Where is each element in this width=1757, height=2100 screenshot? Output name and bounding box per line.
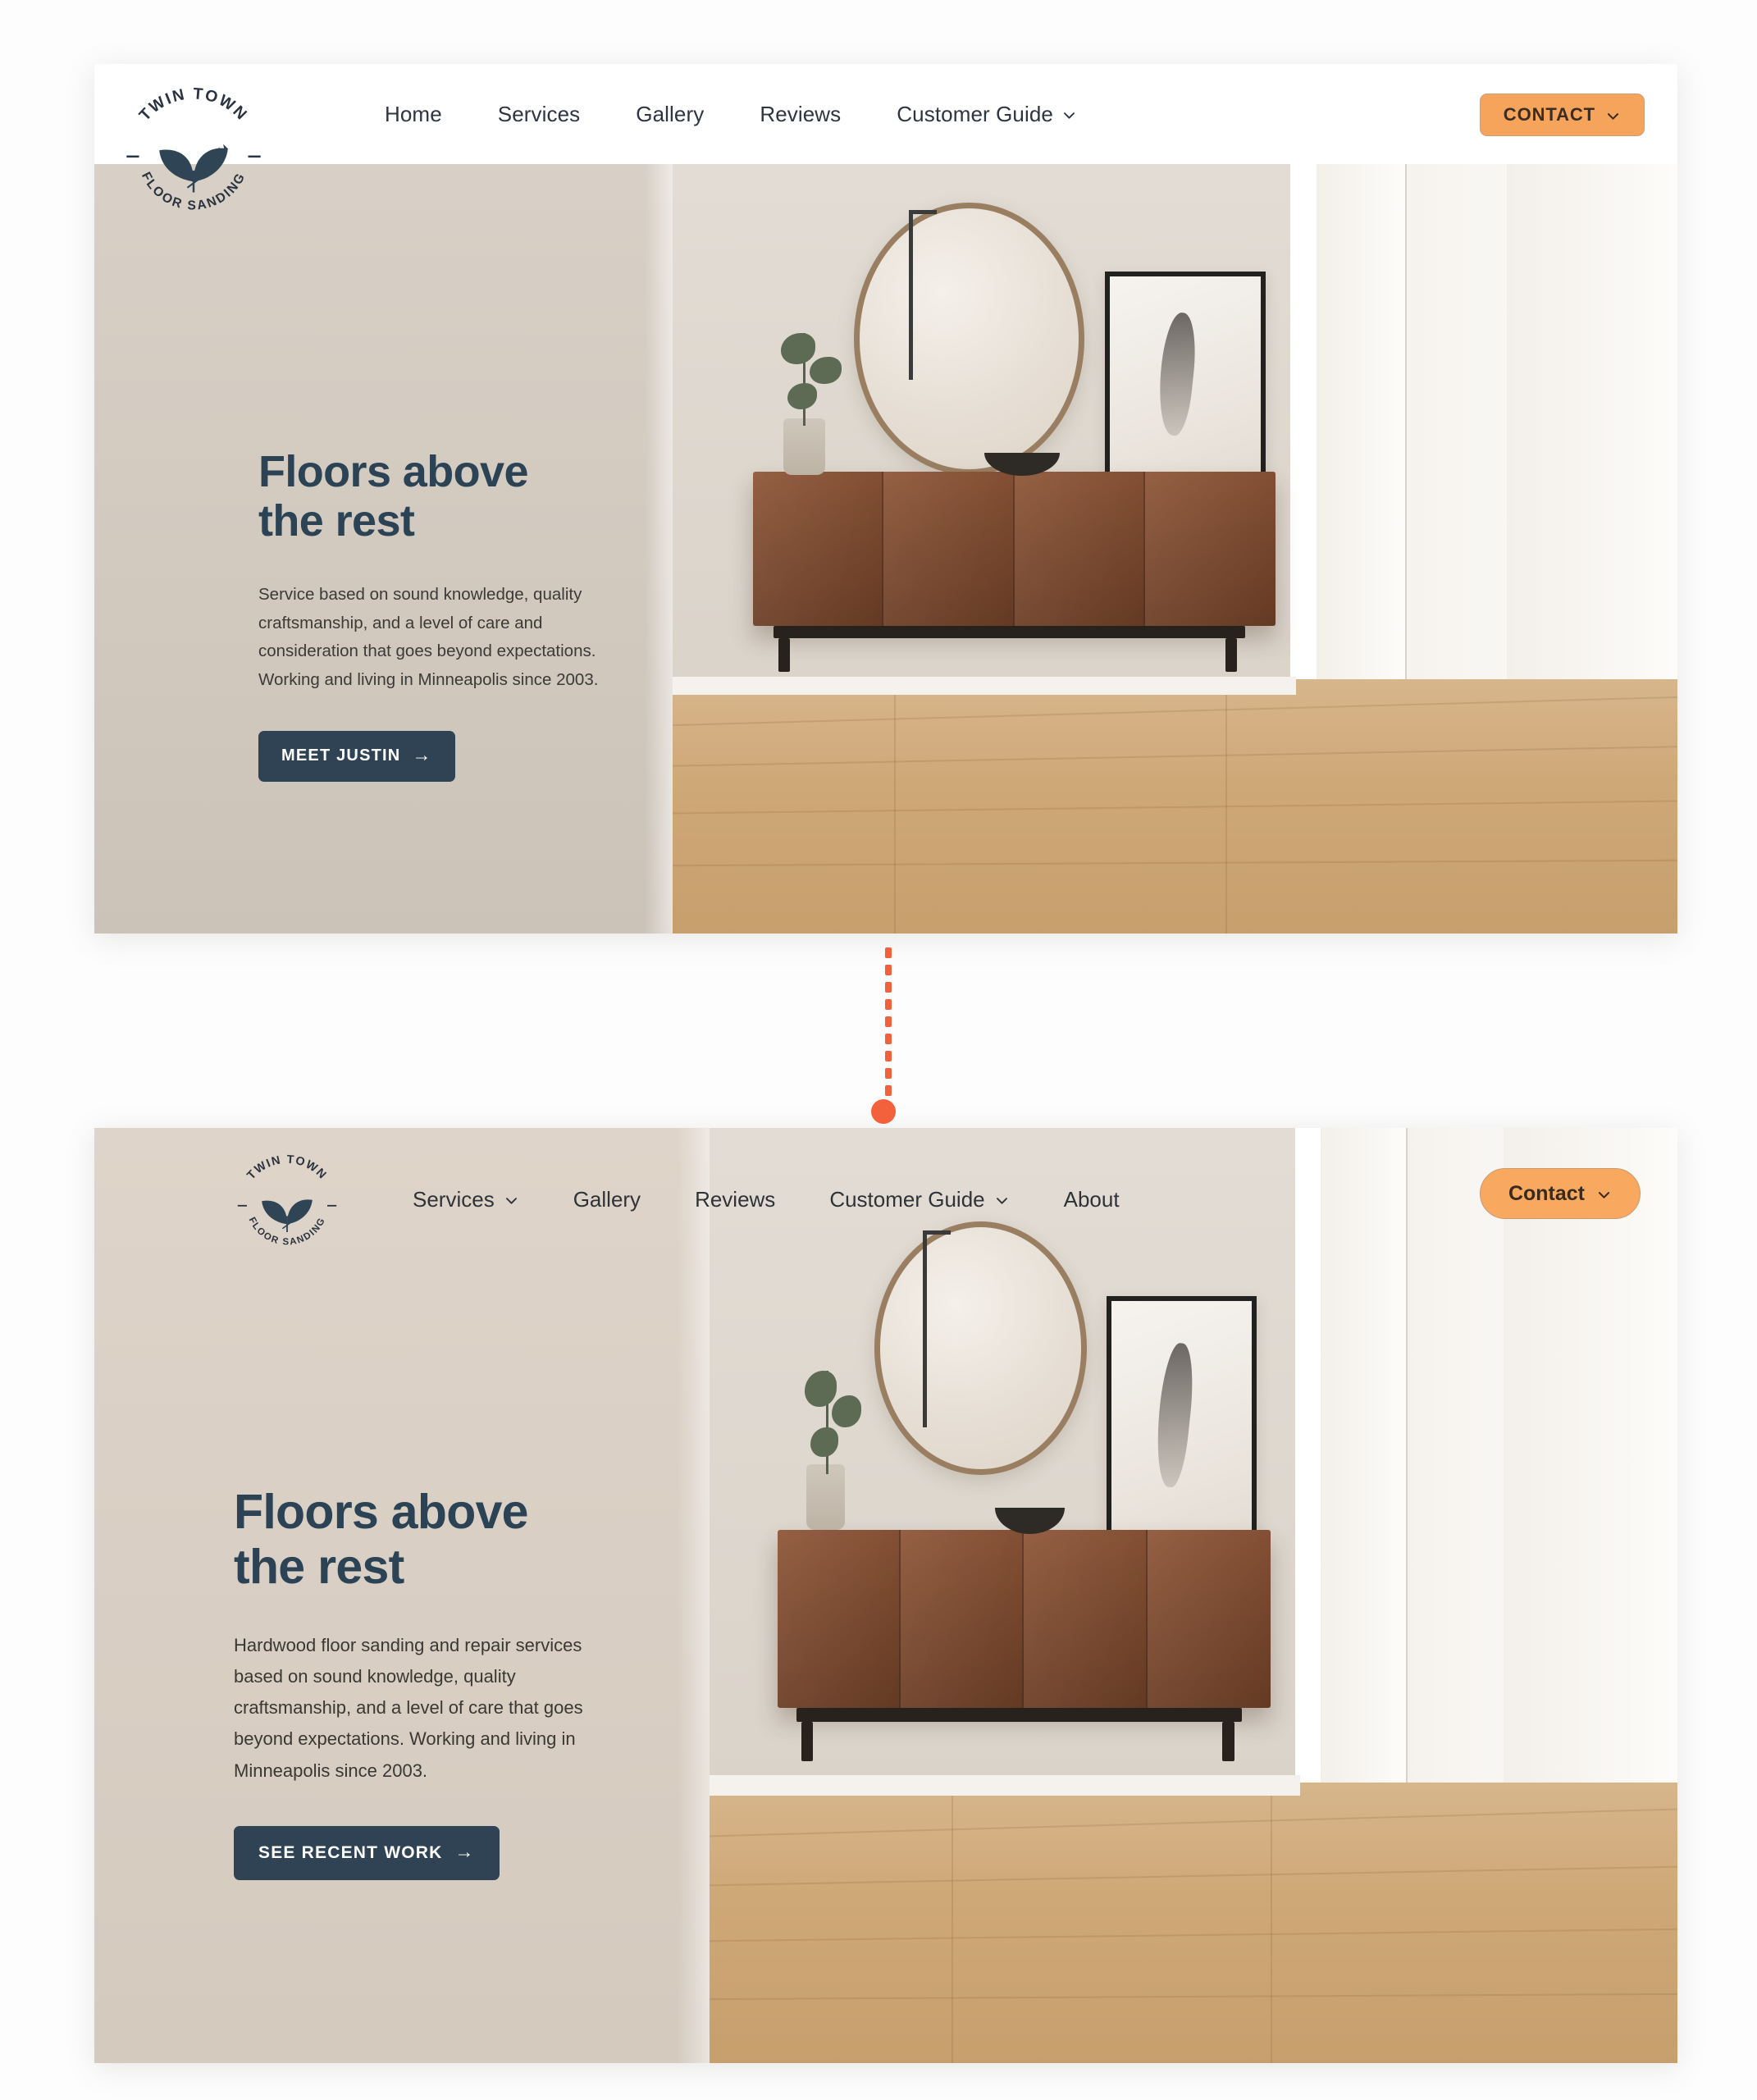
nav-item-gallery[interactable]: Gallery [546,1187,668,1212]
scene-vase [783,418,826,475]
nav-label: Home [385,101,442,126]
top-navigation-bar: Home Services Gallery Reviews Customer G… [94,64,1677,164]
nav-item-customer-guide[interactable]: Customer Guide [802,1187,1036,1212]
meet-justin-button[interactable]: MEET JUSTIN → [258,730,455,782]
nav-label: Reviews [760,101,842,126]
scene-frame-artwork [1154,311,1201,437]
chevron-down-icon [1605,108,1621,124]
nav-item-reviews[interactable]: Reviews [732,102,869,127]
nav-label: Reviews [695,1187,776,1212]
nav-item-reviews[interactable]: Reviews [668,1187,802,1212]
nav-item-about[interactable]: About [1037,1187,1147,1212]
design-version-new: Services Gallery Reviews Customer Guide [94,1128,1677,2063]
hero-title-line-1: Floors above [258,447,528,496]
hero-copy-bottom: Floors above the rest Hardwood floor san… [234,1485,628,1880]
nav-label: Services [413,1187,495,1212]
nav-label: Services [497,101,581,126]
scene-credenza [777,1530,1271,1708]
nav-label: Gallery [636,101,705,126]
scene-door-jamb [1290,164,1317,742]
meet-justin-label: MEET JUSTIN [281,746,401,765]
interior-scene-illustration [673,164,1677,934]
scene-round-mirror [853,202,1085,476]
hero-title-line-2: the rest [258,496,415,546]
hero-title-top: Floors above the rest [258,447,644,546]
contact-button-label: CONTACT [1503,104,1595,125]
arrow-right-icon: → [454,1841,475,1863]
chevron-down-icon [1061,107,1077,123]
primary-nav-top: Home Services Gallery Reviews Customer G… [357,102,1105,127]
nav-item-services[interactable]: Services [470,102,609,127]
scene-mirror-rod [908,210,937,380]
scene-credenza-leg-left [778,637,791,673]
scene-credenza-leg-right [1222,1721,1234,1761]
scene-credenza-base [796,1707,1242,1722]
primary-nav-bottom: Services Gallery Reviews Customer Guide [386,1187,1147,1212]
contact-button-label: Contact [1508,1181,1585,1205]
connector-end-dot [871,1099,896,1124]
scene-credenza-leg-left [801,1721,814,1761]
page-root: Floors above the rest Service based on s… [0,0,1757,2100]
nav-item-services[interactable]: Services [386,1187,546,1212]
scene-credenza-leg-right [1225,637,1238,673]
scene-hardwood-floor [673,679,1677,934]
hero-section-top: Floors above the rest Service based on s… [94,164,1677,934]
design-version-current: Floors above the rest Service based on s… [94,64,1677,934]
scene-baseboard [710,1774,1300,1796]
scene-baseboard [673,676,1296,696]
scene-credenza [753,472,1276,626]
nav-item-home[interactable]: Home [357,102,470,127]
brand-logo-bottom[interactable]: TWIN TOWN FLOOR SANDING [230,1146,345,1261]
nav-label: Gallery [573,1187,641,1212]
chevron-down-icon [504,1193,519,1208]
chevron-down-icon [1596,1187,1612,1203]
hero-paragraph-top: Service based on sound knowledge, qualit… [258,584,599,689]
nav-item-gallery[interactable]: Gallery [608,102,732,127]
scene-door-panel [1317,164,1408,719]
svg-text:TWIN TOWN: TWIN TOWN [135,84,251,125]
svg-text:TWIN TOWN: TWIN TOWN [244,1153,329,1182]
see-recent-work-button[interactable]: SEE RECENT WORK → [234,1825,500,1880]
nav-label: Customer Guide [897,101,1053,126]
chevron-down-icon [994,1193,1010,1208]
hero-photo-top [673,164,1677,934]
hero-copy-top: Floors above the rest Service based on s… [258,447,644,782]
hero-title-bottom: Floors above the rest [234,1485,628,1594]
scene-plant-leaf-1 [804,1371,837,1407]
hero-title-line-1: Floors above [234,1485,528,1539]
scene-frame-artwork [1151,1341,1198,1490]
contact-button-top[interactable]: CONTACT [1479,94,1645,136]
scene-vase [806,1464,846,1531]
scene-picture-frame [1104,272,1266,480]
brand-logo-top[interactable]: TWIN TOWN FLOOR SANDING [116,75,272,231]
hero-paragraph-bottom: Hardwood floor sanding and repair servic… [234,1635,583,1781]
nav-label: About [1063,1187,1120,1212]
scene-picture-frame [1106,1296,1257,1540]
scene-hardwood-floor [710,1783,1677,2063]
connector-dotted-line [885,947,892,1112]
scene-credenza-base [773,625,1246,638]
nav-item-customer-guide[interactable]: Customer Guide [869,102,1105,127]
nav-label: Customer Guide [829,1187,985,1212]
arrow-right-icon: → [412,744,432,765]
contact-button-bottom[interactable]: Contact [1479,1168,1641,1219]
see-recent-work-label: SEE RECENT WORK [258,1842,443,1862]
hero-title-line-2: the rest [234,1539,404,1594]
